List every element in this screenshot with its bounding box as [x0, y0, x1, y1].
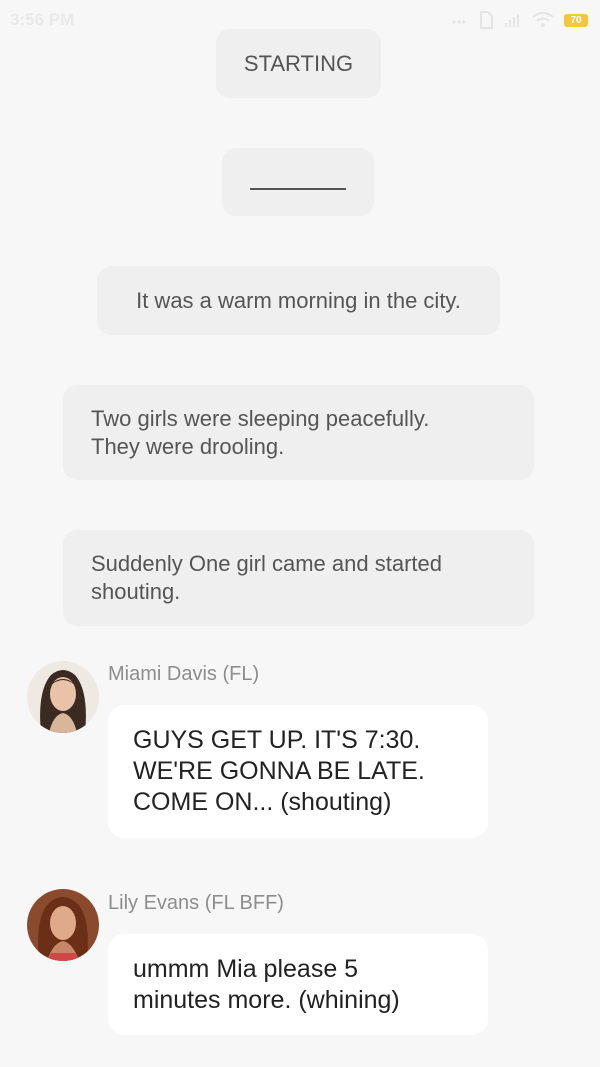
sender-name: Miami Davis (FL) — [108, 663, 260, 685]
narration-blank — [222, 148, 374, 216]
narration-line: They were drooling. — [91, 434, 285, 459]
battery-icon: 70 — [564, 13, 588, 27]
cell-signal-icon — [505, 14, 519, 27]
wifi-icon — [532, 12, 554, 27]
avatar[interactable] — [27, 889, 99, 961]
avatar-portrait-icon — [27, 889, 99, 961]
signal-dots-icon — [452, 20, 466, 24]
narration-line: Suddenly One girl came and started — [91, 551, 442, 576]
narration-sleeping: Two girls were sleeping peacefully. They… — [63, 385, 534, 480]
narration-line: Two girls were sleeping peacefully. — [91, 406, 430, 431]
status-icons: 70 — [452, 10, 588, 30]
avatar-portrait-icon — [27, 661, 99, 733]
sender-name: Lily Evans (FL BFF) — [108, 892, 284, 914]
narration-morning: It was a warm morning in the city. — [97, 266, 500, 335]
sim-icon — [480, 11, 493, 29]
message-line: WE'RE GONNA BE LATE. — [133, 757, 425, 785]
message-line: ummm Mia please 5 — [133, 955, 359, 983]
message-bubble[interactable]: GUYS GET UP. IT'S 7:30. WE'RE GONNA BE L… — [108, 705, 488, 838]
narration-shouting: Suddenly One girl came and started shout… — [63, 530, 534, 626]
narration-text: STARTING — [243, 50, 354, 76]
message-bubble[interactable]: ummm Mia please 5 minutes more. (whining… — [108, 934, 488, 1035]
blank-line — [250, 188, 346, 190]
message-line: GUYS GET UP. IT'S 7:30. — [133, 726, 421, 754]
message-line: minutes more. (whining) — [133, 986, 400, 1014]
status-time: 3:56 PM — [10, 10, 75, 29]
narration-text: It was a warm morning in the city. — [136, 287, 461, 313]
narration-starting: STARTING — [216, 29, 381, 98]
avatar[interactable] — [27, 661, 99, 733]
narration-line: shouting. — [91, 579, 181, 604]
message-line: COME ON... (shouting) — [133, 788, 392, 816]
